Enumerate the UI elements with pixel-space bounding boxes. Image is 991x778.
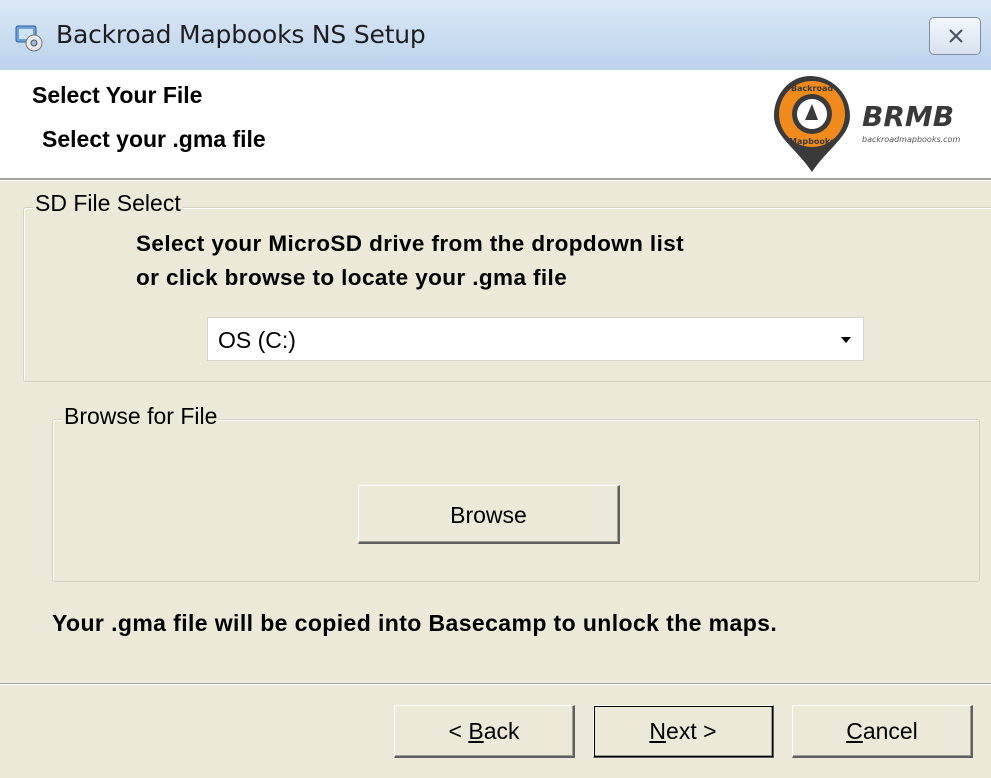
browse-group-legend: Browse for File bbox=[62, 403, 220, 430]
close-icon bbox=[949, 29, 963, 43]
back-label-mnemonic: B bbox=[468, 718, 484, 744]
svg-text:Mapbooks: Mapbooks bbox=[789, 137, 835, 146]
next-label-mnemonic: N bbox=[649, 718, 667, 744]
cancel-label-mnemonic: C bbox=[846, 718, 863, 744]
setup-app-icon bbox=[14, 22, 44, 52]
sd-group-legend: SD File Select bbox=[33, 190, 183, 217]
page-title: Select Your File bbox=[32, 82, 203, 108]
next-button[interactable]: Next > bbox=[593, 705, 774, 758]
next-label-rest: ext > bbox=[666, 718, 717, 744]
svg-text:backroadmapbooks.com: backroadmapbooks.com bbox=[862, 135, 960, 144]
footer-divider bbox=[0, 683, 991, 685]
instruction-line-2: or click browse to locate your .gma file bbox=[136, 265, 568, 290]
svg-text:BRMB: BRMB bbox=[862, 100, 954, 133]
drive-dropdown[interactable]: OS (C:) bbox=[207, 317, 864, 361]
back-label-prefix: < bbox=[448, 718, 469, 744]
title-bar[interactable]: Backroad Mapbooks NS Setup bbox=[0, 0, 991, 70]
brmb-logo: Backroad Mapbooks BRMB backroadmapbooks.… bbox=[770, 74, 980, 174]
header-divider bbox=[0, 178, 991, 181]
browse-button-label: Browse bbox=[450, 502, 527, 528]
page-subtitle: Select your .gma file bbox=[42, 126, 266, 152]
window-title: Backroad Mapbooks NS Setup bbox=[56, 20, 426, 49]
cancel-label-rest: ancel bbox=[862, 718, 918, 744]
back-label-rest: ack bbox=[483, 718, 520, 744]
browse-button[interactable]: Browse bbox=[358, 485, 620, 544]
dropdown-selected-value: OS (C:) bbox=[218, 327, 296, 353]
back-button[interactable]: < Back bbox=[394, 705, 575, 758]
svg-text:Backroad: Backroad bbox=[791, 84, 833, 93]
chevron-down-icon[interactable] bbox=[841, 337, 851, 343]
cancel-button[interactable]: Cancel bbox=[792, 705, 973, 758]
close-button[interactable] bbox=[929, 17, 981, 55]
info-note: Your .gma file will be copied into Basec… bbox=[52, 610, 778, 636]
instruction-line-1: Select your MicroSD drive from the dropd… bbox=[136, 231, 685, 256]
